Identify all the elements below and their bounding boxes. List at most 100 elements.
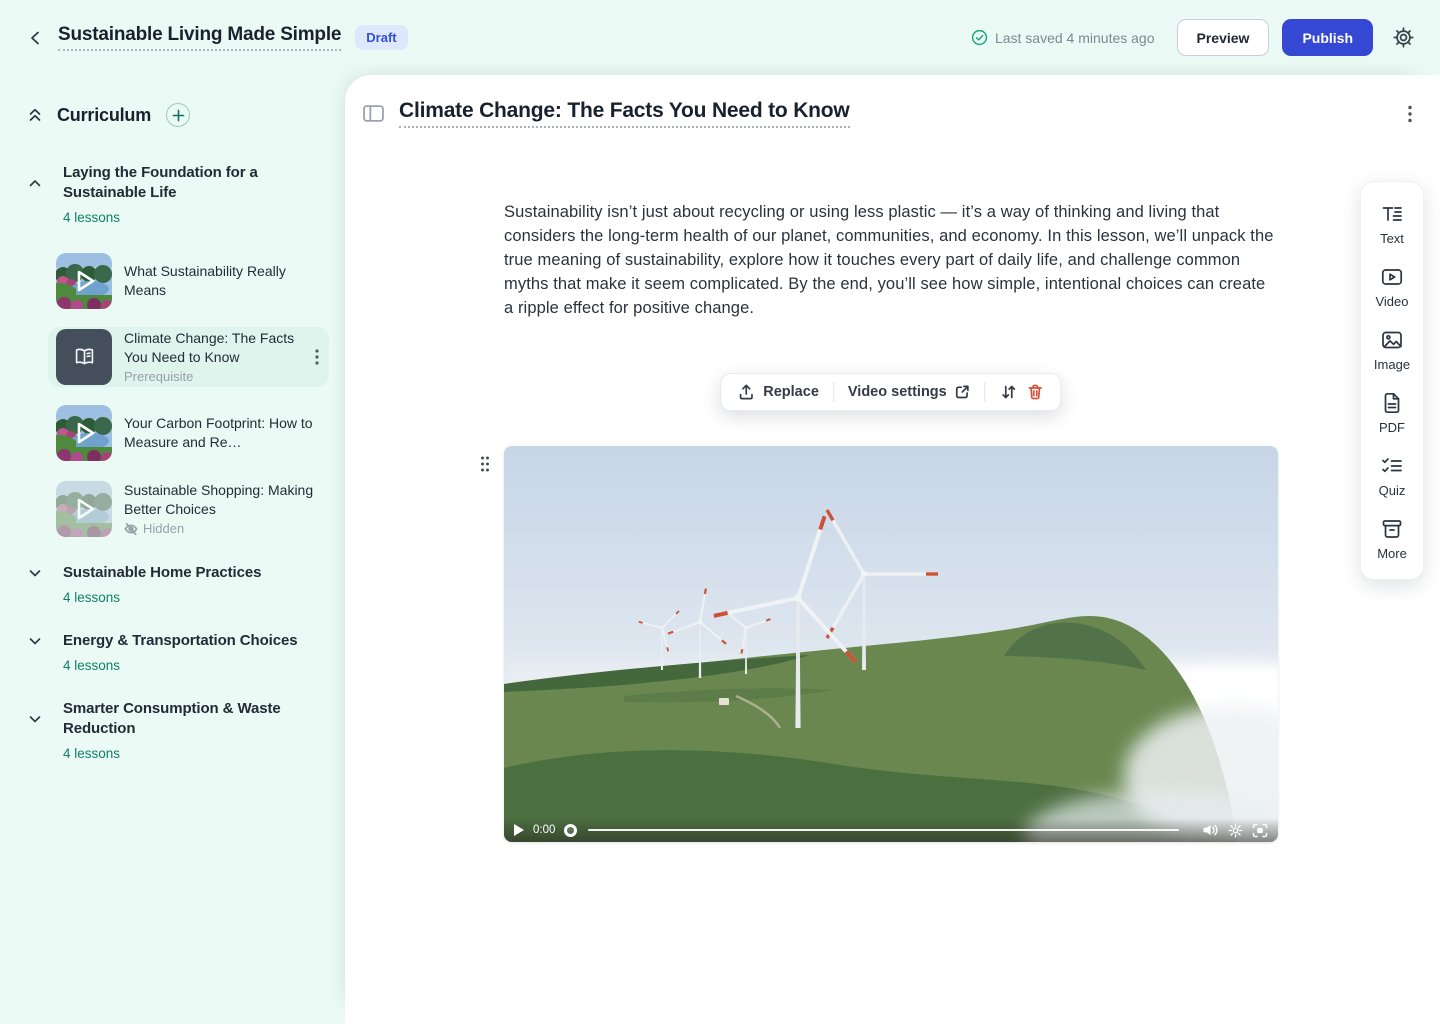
kebab-icon: [315, 349, 319, 365]
lesson-item-what-sustainability[interactable]: What Sustainability Really Means: [48, 251, 329, 311]
status-badge: Draft: [355, 25, 407, 50]
video-settings-button[interactable]: Video settings: [844, 382, 975, 402]
palette-label: Image: [1374, 357, 1410, 372]
video-settings-label: Video settings: [848, 384, 947, 400]
trash-icon: [1027, 383, 1045, 401]
course-title[interactable]: Sustainable Living Made Simple: [58, 24, 341, 51]
section-laying-the-foundation[interactable]: Laying the Foundation for a Sustainable …: [20, 163, 329, 225]
section-energy-transportation[interactable]: Energy & Transportation Choices 4 lesson…: [20, 631, 329, 673]
lesson-item-sustainable-shopping[interactable]: Sustainable Shopping: Making Better Choi…: [48, 479, 329, 539]
section-lesson-count: 4 lessons: [63, 658, 329, 673]
eye-off-icon: [124, 522, 138, 536]
sidebar-toggle-button[interactable]: [363, 105, 384, 122]
video-block-toolbar: Replace Video settings: [720, 373, 1061, 411]
upload-icon: [737, 383, 755, 401]
seek-track[interactable]: [588, 829, 1179, 831]
video-thumbnail: [56, 253, 112, 309]
course-builder-app: Sustainable Living Made Simple Draft Las…: [0, 0, 1440, 1024]
chevron-down-icon[interactable]: [26, 564, 50, 582]
external-link-icon: [955, 384, 971, 400]
hidden-label: Hidden: [143, 521, 184, 536]
video-block-icon: [1380, 265, 1404, 289]
play-button[interactable]: [514, 824, 524, 836]
add-section-button[interactable]: [166, 103, 190, 127]
section-lesson-count: 4 lessons: [63, 590, 329, 605]
collapse-all-button[interactable]: [26, 106, 44, 124]
curriculum-header: Curriculum: [20, 103, 329, 127]
seek-handle[interactable]: [564, 824, 577, 837]
lesson-header: Climate Change: The Facts You Need to Kn…: [345, 75, 1440, 128]
intro-paragraph[interactable]: Sustainability isn’t just about recyclin…: [504, 200, 1278, 320]
fullscreen-button[interactable]: [1252, 823, 1268, 838]
toolbar-divider: [985, 382, 986, 402]
kebab-icon: [1408, 105, 1412, 123]
block-drag-handle[interactable]: [476, 452, 494, 476]
lesson-menu-button[interactable]: [313, 347, 321, 367]
play-icon: [514, 824, 524, 836]
lesson-meta: Hidden: [124, 521, 321, 536]
palette-item-more[interactable]: More: [1377, 517, 1407, 561]
chevron-down-icon[interactable]: [26, 632, 50, 650]
lesson-editor-panel: Climate Change: The Facts You Need to Kn…: [345, 75, 1440, 1024]
palette-label: Quiz: [1379, 483, 1406, 498]
video-player[interactable]: 0:00: [504, 446, 1278, 842]
lesson-content: Sustainability isn’t just about recyclin…: [504, 200, 1278, 320]
volume-icon: [1202, 823, 1219, 837]
image-block-icon: [1380, 328, 1404, 352]
curriculum-sidebar: Curriculum Laying the Foundation for a S…: [0, 75, 345, 1024]
section-lesson-count: 4 lessons: [63, 746, 329, 761]
more-blocks-icon: [1380, 517, 1404, 541]
reading-lesson-tile: [56, 329, 112, 385]
wind-farm-video-frame: [504, 446, 1278, 842]
back-button[interactable]: [22, 24, 50, 52]
chevron-up-icon[interactable]: [26, 174, 50, 192]
lesson-item-climate-change[interactable]: Climate Change: The Facts You Need to Kn…: [48, 327, 329, 387]
palette-item-video[interactable]: Video: [1375, 265, 1408, 309]
palette-item-text[interactable]: Text: [1380, 202, 1404, 246]
reorder-block-button[interactable]: [996, 381, 1023, 403]
sort-arrows-icon: [1000, 383, 1019, 401]
double-chevron-up-icon: [26, 106, 44, 124]
video-settings-gear-button[interactable]: [1228, 823, 1243, 838]
settings-button[interactable]: [1393, 27, 1414, 48]
drag-dots-icon: [479, 455, 491, 473]
toolbar-divider: [833, 382, 834, 402]
check-circle-icon: [971, 29, 988, 46]
volume-button[interactable]: [1202, 823, 1219, 837]
section-title[interactable]: Sustainable Home Practices: [63, 563, 329, 583]
palette-label: Video: [1375, 294, 1408, 309]
lesson-title: Climate Change: The Facts You Need to Kn…: [124, 329, 301, 366]
palette-label: More: [1377, 546, 1407, 561]
lesson-list: What Sustainability Really Means Climate…: [20, 251, 329, 539]
fullscreen-icon: [1252, 823, 1268, 838]
pdf-block-icon: [1380, 391, 1404, 415]
palette-item-image[interactable]: Image: [1374, 328, 1410, 372]
replace-button[interactable]: Replace: [733, 381, 823, 403]
lesson-item-carbon-footprint[interactable]: Your Carbon Footprint: How to Measure an…: [48, 403, 329, 463]
lesson-menu-button[interactable]: [1404, 101, 1416, 127]
publish-button[interactable]: Publish: [1282, 19, 1373, 56]
section-sustainable-home[interactable]: Sustainable Home Practices 4 lessons: [20, 563, 329, 605]
palette-item-quiz[interactable]: Quiz: [1379, 454, 1406, 498]
preview-button[interactable]: Preview: [1177, 19, 1270, 56]
replace-label: Replace: [763, 384, 819, 400]
quiz-block-icon: [1380, 454, 1404, 478]
section-title[interactable]: Energy & Transportation Choices: [63, 631, 329, 651]
plus-icon: [172, 109, 185, 122]
open-book-icon: [71, 343, 98, 370]
gear-icon: [1228, 823, 1243, 838]
section-title[interactable]: Smarter Consumption & Waste Reduction: [63, 699, 329, 739]
palette-item-pdf[interactable]: PDF: [1379, 391, 1405, 435]
top-header: Sustainable Living Made Simple Draft Las…: [0, 0, 1440, 75]
lesson-page-title[interactable]: Climate Change: The Facts You Need to Kn…: [399, 99, 850, 128]
block-palette: Text Video Image: [1360, 181, 1424, 580]
chevron-down-icon[interactable]: [26, 710, 50, 728]
lesson-meta: Prerequisite: [124, 369, 301, 384]
delete-block-button[interactable]: [1023, 381, 1049, 403]
lesson-title: Sustainable Shopping: Making Better Choi…: [124, 481, 321, 518]
text-block-icon: [1380, 202, 1404, 226]
gear-icon: [1393, 27, 1414, 48]
section-title[interactable]: Laying the Foundation for a Sustainable …: [63, 163, 329, 203]
section-smarter-consumption[interactable]: Smarter Consumption & Waste Reduction 4 …: [20, 699, 329, 761]
saved-status-text: Last saved 4 minutes ago: [995, 30, 1155, 46]
